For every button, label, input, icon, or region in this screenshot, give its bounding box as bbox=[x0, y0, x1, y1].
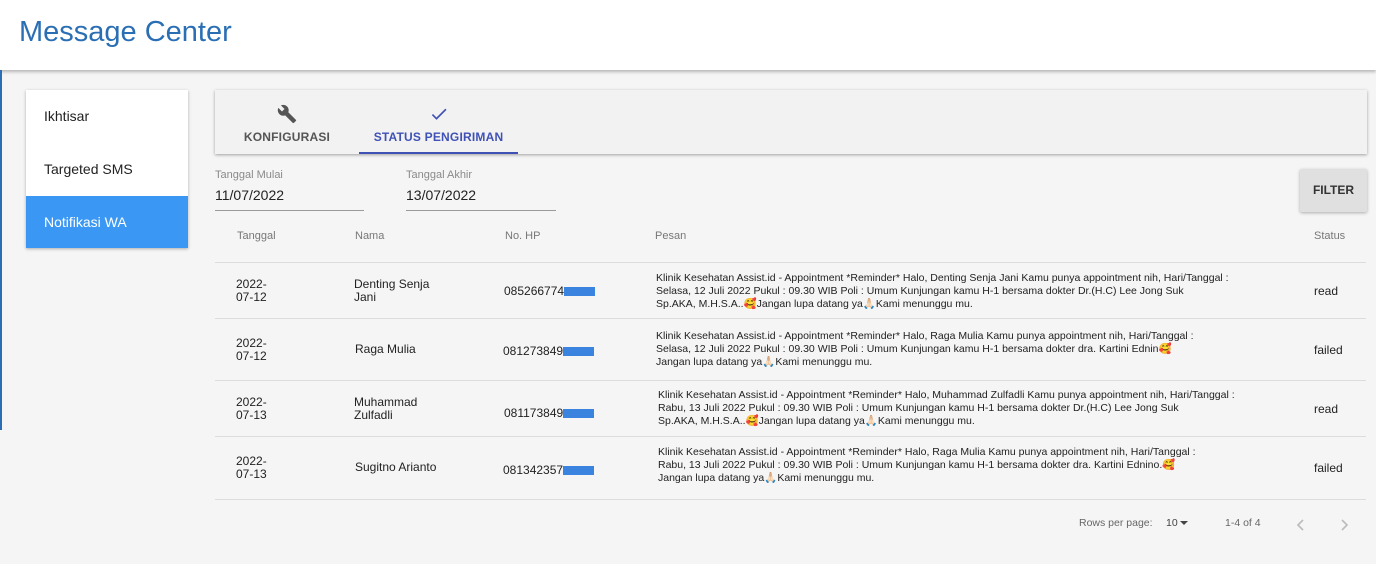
row-message: Klinik Kesehatan Assist.id - Appointment… bbox=[658, 446, 1196, 484]
row-name: Raga Mulia bbox=[355, 342, 416, 356]
row-date: 2022- 07-13 bbox=[236, 395, 267, 422]
row-divider bbox=[215, 262, 1366, 263]
row-name: Sugitno Arianto bbox=[355, 460, 437, 474]
column-header-tanggal[interactable]: Tanggal bbox=[237, 230, 276, 242]
row-message: Klinik Kesehatan Assist.id - Appointment… bbox=[656, 330, 1194, 368]
tab-status-pengiriman[interactable]: STATUS PENGIRIMAN bbox=[359, 90, 518, 154]
row-status: failed bbox=[1314, 343, 1343, 357]
redaction-bar bbox=[563, 409, 595, 418]
redaction-bar bbox=[563, 347, 595, 356]
end-date-underline bbox=[406, 210, 556, 211]
page-title: Message Center bbox=[19, 16, 232, 48]
chevron-right-icon[interactable] bbox=[1337, 517, 1351, 533]
pagination-range: 1-4 of 4 bbox=[1225, 517, 1261, 529]
row-message: Klinik Kesehatan Assist.id - Appointment… bbox=[656, 272, 1229, 310]
caret-down-icon bbox=[1179, 521, 1188, 525]
filter-button[interactable]: FILTER bbox=[1300, 169, 1367, 212]
tab-status-pengiriman-label: STATUS PENGIRIMAN bbox=[373, 130, 504, 144]
redaction-bar bbox=[563, 466, 595, 475]
row-divider bbox=[215, 499, 1366, 500]
row-phone: 085266774 bbox=[504, 284, 596, 298]
row-name: Muhammad Zulfadli bbox=[354, 395, 418, 422]
row-date: 2022- 07-12 bbox=[236, 277, 267, 304]
chevron-left-icon[interactable] bbox=[1294, 517, 1308, 533]
rows-per-page-select[interactable]: 10 bbox=[1166, 517, 1188, 529]
left-accent-bar bbox=[0, 70, 2, 430]
row-name: Denting Senja Jani bbox=[354, 277, 430, 304]
tab-konfigurasi[interactable]: KONFIGURASI bbox=[215, 90, 359, 154]
row-status: read bbox=[1314, 284, 1339, 298]
row-date: 2022- 07-13 bbox=[236, 454, 267, 481]
end-date-input[interactable]: 13/07/2022 bbox=[406, 187, 476, 203]
column-header-status[interactable]: Status bbox=[1314, 230, 1345, 242]
sidebar-item-notifikasi-wa[interactable]: Notifikasi WA bbox=[26, 196, 188, 248]
row-status: failed bbox=[1314, 461, 1343, 475]
row-divider bbox=[215, 380, 1366, 381]
row-phone: 081273849 bbox=[503, 344, 595, 358]
start-date-label: Tanggal Mulai bbox=[215, 169, 283, 181]
redaction-bar bbox=[564, 287, 596, 296]
column-header-pesan[interactable]: Pesan bbox=[655, 230, 686, 242]
check-icon bbox=[359, 104, 518, 124]
sidebar-item-targeted-sms[interactable]: Targeted SMS bbox=[26, 143, 188, 195]
end-date-label: Tanggal Akhir bbox=[406, 169, 473, 181]
tab-konfigurasi-label: KONFIGURASI bbox=[243, 130, 331, 144]
start-date-input[interactable]: 11/07/2022 bbox=[215, 187, 284, 203]
column-header-nama[interactable]: Nama bbox=[355, 230, 384, 242]
rows-per-page-label: Rows per page: bbox=[1079, 517, 1153, 529]
sidebar: Ikhtisar Targeted SMS Notifikasi WA bbox=[26, 90, 188, 248]
row-message: Klinik Kesehatan Assist.id - Appointment… bbox=[658, 389, 1235, 427]
row-divider bbox=[215, 436, 1366, 437]
row-status: read bbox=[1314, 402, 1339, 416]
start-date-underline bbox=[215, 210, 364, 211]
wrench-icon bbox=[215, 104, 359, 124]
row-phone: 081342357 bbox=[503, 463, 595, 477]
tab-bar: KONFIGURASI STATUS PENGIRIMAN bbox=[215, 90, 1367, 154]
row-divider bbox=[215, 318, 1366, 319]
row-phone: 081173849 bbox=[504, 406, 595, 420]
row-date: 2022- 07-12 bbox=[236, 336, 267, 363]
app-header: Message Center bbox=[0, 0, 1376, 70]
column-header-no-hp[interactable]: No. HP bbox=[505, 230, 540, 242]
sidebar-item-ikhtisar[interactable]: Ikhtisar bbox=[26, 90, 188, 142]
